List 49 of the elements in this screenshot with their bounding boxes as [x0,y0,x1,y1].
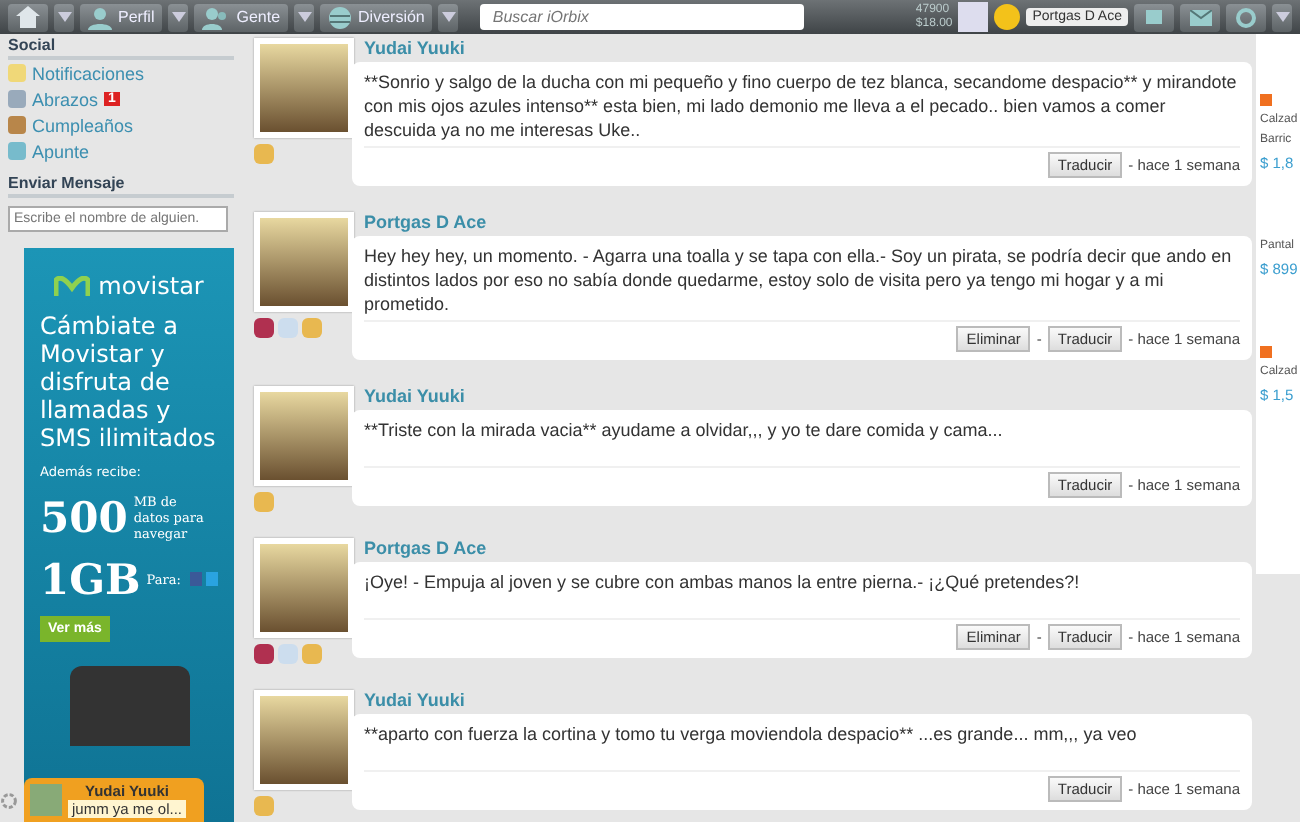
comment-text: Hey hey hey, un momento. - Agarra una toalla y se tapa con ella.- Soy un pirata, se podría decir que ando en distintos lados por eso no sabía donde quedarme, estoy solo de visita pero ya tengo mi hogar y a mi prometido. [364,244,1234,316]
globe-icon [328,5,353,29]
search-field[interactable]: Buscar iOrbix [480,4,805,30]
people-icon [202,5,231,29]
menu-button[interactable]: Diversión [320,3,433,31]
sidebar-link[interactable]: Cumpleaños [32,115,134,135]
offer-text: 1GB [40,554,141,604]
sidebar-link[interactable]: Abrazos [32,89,99,109]
offer-text: 500 [40,492,128,542]
settings-icon[interactable] [1226,3,1266,31]
brand-text: movistar [98,272,204,300]
avatar-image[interactable] [254,212,354,312]
ad-headline: Cámbiate a Movistar y disfruta de llamadas y SMS ilimitados [40,312,218,452]
section-title: Enviar Mensaje [8,172,234,198]
caret-icon[interactable] [441,12,456,22]
menu-button[interactable]: Gente [194,3,289,31]
author-link[interactable]: Yudai Yuuki [364,38,1252,62]
phone-drawing [69,666,189,746]
settings-icon[interactable] [0,791,18,809]
caret-icon[interactable] [297,12,312,22]
home-button[interactable] [8,3,48,31]
avatar-image[interactable] [254,538,354,638]
menu-button[interactable]: Perfil [80,3,163,31]
avatar-image [30,784,62,816]
social-icons [189,572,218,586]
person-icon [88,5,112,29]
avatar-image[interactable] [254,690,354,790]
author-link[interactable]: Portgas D Ace [364,212,1252,236]
author-link[interactable]: Yudai Yuuki [364,690,1252,714]
tag-icon [1260,346,1272,358]
comment-text: **Triste con la mirada vacia** ayudame a olvidar,,, y yo te dare comida y cama... [364,418,1005,442]
author-link[interactable]: Portgas D Ace [364,538,1252,562]
avatar-image[interactable] [254,38,354,138]
tag-icon [1260,94,1272,106]
comment-text: ¡Oye! - Empuja al joven y se cubre con ambas manos la entre pierna.- ¡¿Qué pretendes?! [364,570,1082,594]
avatar-image[interactable] [254,386,354,486]
sidebar-link[interactable]: Notificaciones [32,63,145,83]
caret-icon[interactable] [1275,12,1289,22]
logo-icon [54,276,91,296]
caret-icon[interactable] [57,12,71,22]
sidebar-link[interactable]: Apunte [32,141,90,161]
comment-text: **Sonrio y salgo de la ducha con mi pequeño y fino cuerpo de tez blanca, secandome despacio** y mirandote con mis ojos azules intenso** esta bien, mi lado demonio me lleva a el pecado.. bien vamos a comer descuida ya no me interesas Uke.. [364,70,1239,142]
mail-icon[interactable] [1180,3,1220,31]
home-icon [16,6,40,28]
comment-text: **aparto con fuerza la cortina y tomo tu verga moviendola despacio** ...es grande... mm,,, ya veo [364,722,1139,746]
section-title: Social [8,34,234,60]
caret-icon[interactable] [171,12,186,22]
avatar-image[interactable] [958,2,989,32]
author-link[interactable]: Yudai Yuuki [364,386,1252,410]
